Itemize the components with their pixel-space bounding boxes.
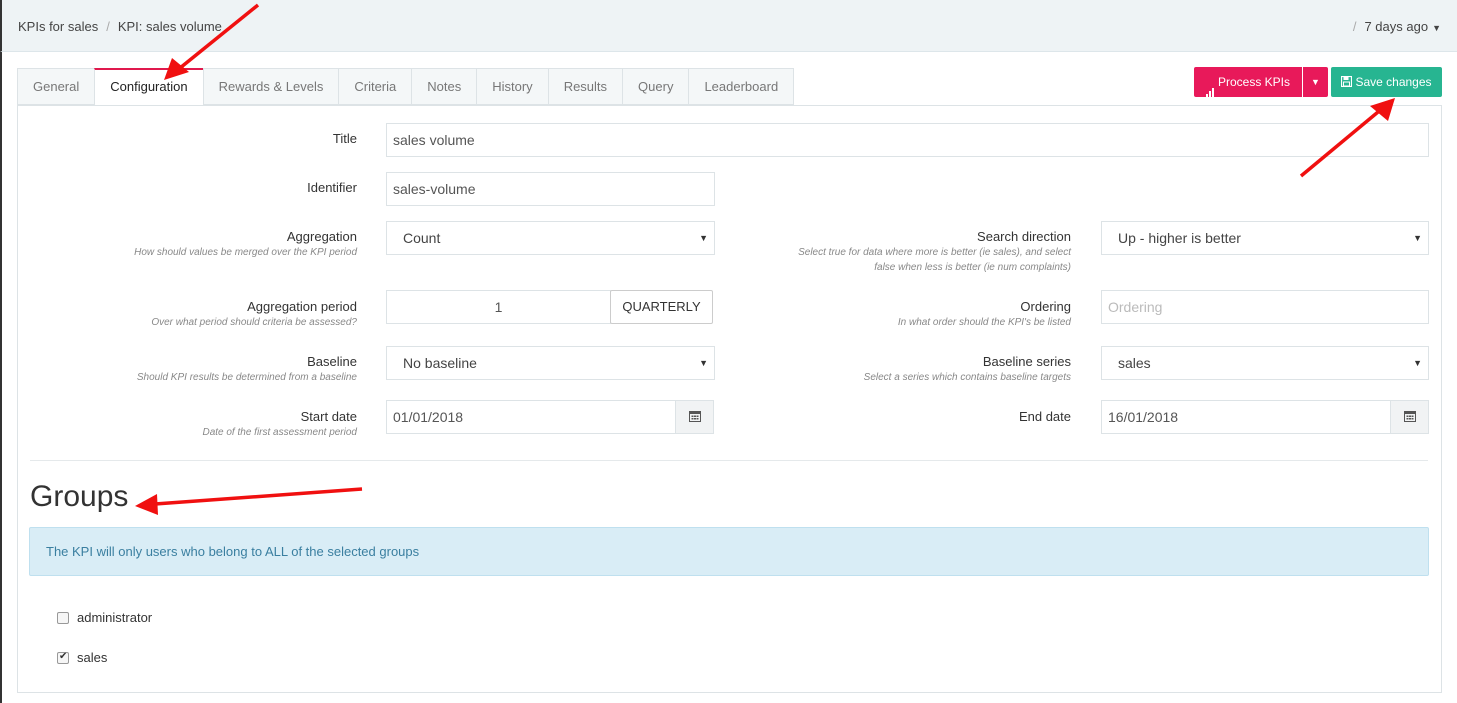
select-arrow-icon: ▼ xyxy=(1413,358,1422,368)
group-label: administrator xyxy=(77,610,153,625)
end-date-label: End date xyxy=(1018,409,1071,424)
aggregation-label: Aggregation xyxy=(286,229,357,244)
baseline-help: Should KPI results be determined from a … xyxy=(136,372,357,383)
search-direction-help-line1: Select true for data where more is bette… xyxy=(798,247,1071,258)
updated-text: 7 days ago xyxy=(1364,19,1429,34)
baseline-value: No baseline xyxy=(403,355,477,371)
process-kpis-dropdown-toggle[interactable]: ▼ xyxy=(1303,67,1328,97)
select-arrow-icon: ▼ xyxy=(1413,233,1422,243)
baseline-series-value: sales xyxy=(1118,355,1151,371)
aggregation-period-label: Aggregation period xyxy=(247,299,357,314)
tab-notes[interactable]: Notes xyxy=(411,68,477,105)
tab-rewards-levels[interactable]: Rewards & Levels xyxy=(202,68,339,105)
tab-configuration[interactable]: Configuration xyxy=(94,68,203,106)
tab-results[interactable]: Results xyxy=(547,68,623,105)
baseline-series-label: Baseline series xyxy=(982,354,1071,369)
left-edge xyxy=(0,52,2,703)
baseline-series-select[interactable]: sales ▼ xyxy=(1101,346,1429,380)
administrator-checkbox[interactable] xyxy=(57,611,69,624)
process-kpis-button[interactable]: Process KPIs xyxy=(1194,67,1302,98)
search-direction-value: Up - higher is better xyxy=(1118,230,1241,246)
updated-separator: / xyxy=(1352,19,1357,34)
save-changes-label: Save changes xyxy=(1355,75,1432,89)
title-input[interactable]: sales volume xyxy=(386,123,1429,157)
calendar-icon xyxy=(1403,411,1416,422)
group-label: sales xyxy=(77,650,108,665)
ordering-help: In what order should the KPI's be listed xyxy=(897,317,1071,328)
title-label: Title xyxy=(332,131,357,146)
search-direction-label: Search direction xyxy=(977,229,1071,244)
aggregation-period-input[interactable]: 1 xyxy=(386,290,611,324)
period-unit-button[interactable]: QUARTERLY xyxy=(610,290,713,324)
baseline-label: Baseline xyxy=(307,354,357,369)
start-date-input[interactable]: 01/01/2018 xyxy=(386,400,676,434)
identifier-input[interactable]: sales-volume xyxy=(386,172,715,206)
aggregation-help: How should values be merged over the KPI… xyxy=(134,247,357,258)
select-arrow-icon: ▼ xyxy=(699,233,708,243)
groups-heading: Groups xyxy=(30,480,129,513)
process-kpis-label: Process KPIs xyxy=(1217,75,1291,89)
floppy-disk-icon xyxy=(1341,75,1353,88)
ordering-input[interactable]: Ordering xyxy=(1101,290,1429,324)
tab-bar: General Configuration Rewards & Levels C… xyxy=(17,68,795,106)
aggregation-value: Count xyxy=(403,230,441,246)
select-arrow-icon: ▼ xyxy=(699,358,708,368)
top-bar: KPIs for sales / KPI: sales volume / 7 days… xyxy=(0,0,1457,52)
group-option-sales[interactable]: sales xyxy=(57,650,107,665)
breadcrumb-separator: / xyxy=(106,19,110,34)
start-date-help: Date of the first assessment period xyxy=(202,427,357,438)
tab-general[interactable]: General xyxy=(17,68,95,105)
groups-info-alert: The KPI will only users who belong to AL… xyxy=(29,527,1429,576)
save-changes-button[interactable]: Save changes xyxy=(1331,67,1442,97)
start-date-calendar-button[interactable] xyxy=(675,400,714,434)
group-option-administrator[interactable]: administrator xyxy=(57,610,152,625)
identifier-label: Identifier xyxy=(307,180,357,195)
bar-chart-icon xyxy=(1205,68,1215,98)
breadcrumb-current: KPI: sales volume xyxy=(117,19,222,34)
breadcrumb-parent-link[interactable]: KPIs for sales xyxy=(18,19,98,34)
start-date-label: Start date xyxy=(300,409,357,424)
ordering-label: Ordering xyxy=(1020,299,1071,314)
tab-query[interactable]: Query xyxy=(622,68,689,105)
calendar-icon xyxy=(688,411,701,422)
baseline-series-help: Select a series which contains baseline … xyxy=(863,372,1071,383)
caret-down-icon: ▼ xyxy=(1311,77,1320,87)
updated-dropdown[interactable]: / 7 days ago ▼ xyxy=(1353,19,1441,34)
search-direction-help-line2: false when less is better (ie num compla… xyxy=(874,262,1071,273)
sales-checkbox[interactable] xyxy=(57,651,69,664)
tab-history[interactable]: History xyxy=(476,68,548,105)
aggregation-period-help: Over what period should criteria be asse… xyxy=(151,317,357,328)
aggregation-select[interactable]: Count ▼ xyxy=(386,221,715,255)
end-date-input[interactable]: 16/01/2018 xyxy=(1101,400,1391,434)
end-date-calendar-button[interactable] xyxy=(1390,400,1429,434)
caret-down-icon: ▼ xyxy=(1432,23,1441,33)
search-direction-select[interactable]: Up - higher is better ▼ xyxy=(1101,221,1429,255)
tab-criteria[interactable]: Criteria xyxy=(338,68,412,105)
baseline-select[interactable]: No baseline ▼ xyxy=(386,346,715,380)
section-divider xyxy=(30,460,1428,461)
breadcrumb: KPIs for sales / KPI: sales volume xyxy=(18,19,222,34)
tab-leaderboard[interactable]: Leaderboard xyxy=(688,68,795,105)
